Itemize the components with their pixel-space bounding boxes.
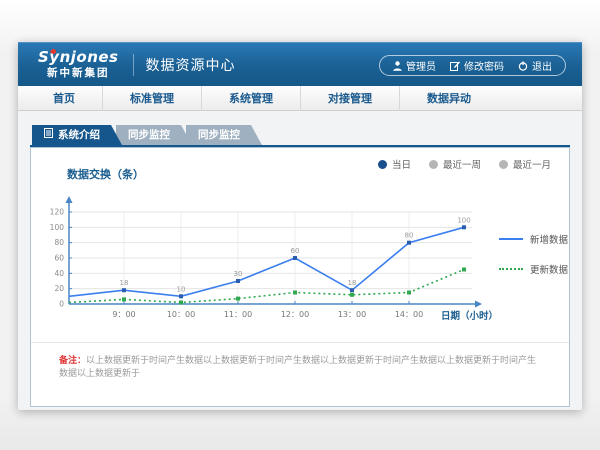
- legend-item-new-data: 新增数据: [499, 232, 569, 246]
- svg-text:100: 100: [457, 216, 470, 224]
- document-icon: [44, 125, 53, 145]
- tab-label: 同步监控: [198, 125, 240, 145]
- svg-text:80: 80: [405, 232, 414, 240]
- svg-text:11：00: 11：00: [224, 310, 252, 319]
- radio-dot-icon: [499, 160, 508, 169]
- header-divider: [133, 54, 134, 76]
- user-icon: [393, 61, 402, 71]
- svg-text:18: 18: [348, 279, 357, 287]
- svg-text:13：00: 13：00: [338, 310, 366, 319]
- change-password-button[interactable]: 修改密码: [450, 58, 504, 73]
- radio-today[interactable]: 当日: [378, 157, 411, 171]
- content-area: 系统介绍 同步监控 同步监控 当日 最近一周: [18, 111, 582, 410]
- chart-area: 0 20 40 60 80 100 120 9：00 10：00 11：00 12：00 13：00 1…: [31, 186, 569, 338]
- change-password-label: 修改密码: [464, 58, 504, 73]
- logo-subtext: 新中新集团: [38, 68, 119, 79]
- svg-text:10: 10: [177, 285, 186, 293]
- svg-text:14：00: 14：00: [395, 310, 423, 319]
- tab-sync-monitor-1[interactable]: 同步监控: [116, 125, 192, 145]
- footnote-text: 以上数据更新于时间产生数据以上数据更新于时间产生数据以上数据更新于时间产生数据以…: [59, 356, 536, 379]
- svg-text:18: 18: [120, 279, 129, 287]
- legend-label: 更新数据: [530, 262, 568, 276]
- chart-panel: 当日 最近一周 最近一月 数据交换（条） 0204060801001209：00…: [30, 147, 570, 407]
- svg-text:20: 20: [54, 284, 64, 293]
- chart-legend: 新增数据 更新数据: [499, 186, 569, 338]
- svg-text:12：00: 12：00: [281, 310, 309, 319]
- svg-text:60: 60: [291, 247, 300, 255]
- dotted-line-icon: [499, 268, 523, 270]
- svg-text:120: 120: [50, 208, 65, 217]
- svg-text:80: 80: [54, 238, 64, 247]
- edit-icon: [450, 61, 460, 71]
- svg-text:9：00: 9：00: [112, 310, 135, 319]
- svg-text:日期（小时）: 日期（小时）: [441, 310, 498, 322]
- nav-item-data-change[interactable]: 数据异动: [399, 86, 498, 111]
- nav-item-standard-mgmt[interactable]: 标准管理: [102, 86, 201, 111]
- logo: Synjones 新中新集团: [38, 50, 119, 79]
- nav-item-interface-mgmt[interactable]: 对接管理: [300, 86, 399, 111]
- svg-text:100: 100: [50, 223, 65, 232]
- svg-text:30: 30: [234, 270, 243, 278]
- radio-last-month[interactable]: 最近一月: [499, 157, 551, 171]
- svg-text:10：00: 10：00: [167, 310, 195, 319]
- logout-label: 退出: [532, 58, 552, 73]
- main-nav: 首页 标准管理 系统管理 对接管理 数据异动: [18, 86, 582, 111]
- radio-label: 最近一月: [513, 157, 551, 171]
- nav-item-system-mgmt[interactable]: 系统管理: [201, 86, 300, 111]
- footnote: 备注：以上数据更新于时间产生数据以上数据更新于时间产生数据以上数据更新于时间产生…: [31, 342, 569, 380]
- radio-label: 最近一周: [443, 157, 481, 171]
- tab-sync-monitor-2[interactable]: 同步监控: [186, 125, 262, 145]
- radio-last-week[interactable]: 最近一周: [429, 157, 481, 171]
- page-title: 数据资源中心: [146, 55, 236, 75]
- logout-button[interactable]: 退出: [518, 58, 552, 73]
- radio-label: 当日: [392, 157, 411, 171]
- radio-dot-icon: [378, 160, 387, 169]
- power-icon: [518, 61, 528, 71]
- svg-text:0: 0: [59, 300, 64, 309]
- svg-text:60: 60: [54, 254, 64, 263]
- app-window: Synjones 新中新集团 数据资源中心 管理员 修改密码: [18, 42, 582, 410]
- legend-item-updated-data: 更新数据: [499, 262, 569, 276]
- tab-label: 系统介绍: [58, 125, 100, 145]
- svg-text:40: 40: [54, 269, 64, 278]
- legend-label: 新增数据: [530, 232, 568, 246]
- time-range-filter: 当日 最近一周 最近一月: [378, 157, 551, 171]
- user-label: 管理员: [406, 58, 436, 73]
- user-menu[interactable]: 管理员: [393, 58, 436, 73]
- tab-label: 同步监控: [128, 125, 170, 145]
- app-header: Synjones 新中新集团 数据资源中心 管理员 修改密码: [18, 42, 582, 86]
- solid-line-icon: [499, 238, 523, 240]
- line-chart: 0 20 40 60 80 100 120 9：00 10：00 11：00 12：00 13：00 1…: [39, 186, 499, 338]
- tab-bar: 系统介绍 同步监控 同步监控: [32, 125, 570, 145]
- user-toolbar: 管理员 修改密码 退出: [379, 55, 566, 76]
- radio-dot-icon: [429, 160, 438, 169]
- nav-item-home[interactable]: 首页: [26, 86, 102, 111]
- tab-system-intro[interactable]: 系统介绍: [32, 125, 122, 145]
- footnote-prefix: 备注：: [59, 356, 86, 366]
